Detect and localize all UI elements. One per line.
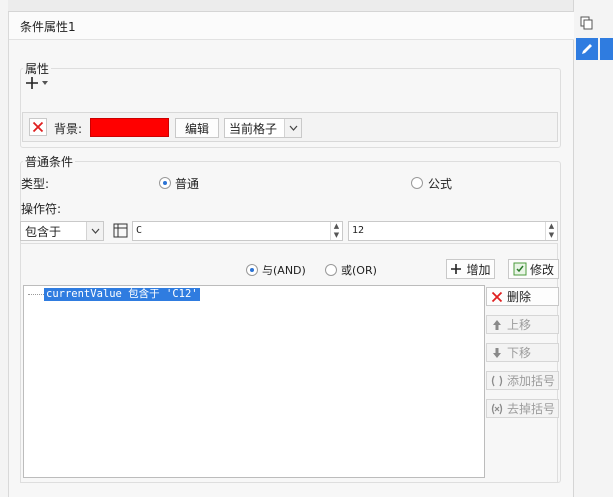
tree-connector [28, 294, 44, 295]
type-normal-radio[interactable] [159, 177, 171, 189]
bracket-icon [490, 374, 504, 388]
type-formula-radio[interactable] [411, 177, 423, 189]
dialog-titlebar: 条件属性1 [9, 12, 574, 40]
list-item[interactable]: currentValue 包含于 'C12' [44, 288, 200, 301]
edit-pencil-icon[interactable] [576, 38, 598, 60]
spinner-arrows[interactable]: ▲ ▼ [545, 222, 557, 240]
background-color-swatch[interactable] [90, 118, 169, 137]
arrow-down-icon [490, 346, 504, 360]
value-input-2[interactable]: 12 ▲ ▼ [348, 221, 558, 241]
operator-label: 操作符: [21, 202, 62, 216]
close-icon [32, 121, 44, 133]
remove-bracket-label: 去掉括号 [507, 402, 556, 416]
move-down-label: 下移 [507, 346, 532, 360]
chevron-down-icon [42, 81, 48, 85]
remove-bracket-icon [490, 402, 504, 416]
scope-select[interactable]: 当前格子 [224, 118, 302, 138]
cell-reference-icon[interactable] [112, 222, 130, 240]
chevron-down-icon [284, 119, 301, 137]
arrow-up-icon [490, 318, 504, 332]
panel-item-highlight[interactable] [600, 38, 613, 60]
add-condition-label: 增加 [466, 262, 491, 277]
plus-icon [26, 77, 38, 89]
condition-list[interactable]: currentValue 包含于 'C12' [23, 285, 485, 478]
delete-button[interactable]: 删除 [486, 287, 559, 306]
close-icon [490, 290, 504, 304]
modify-condition-button[interactable]: 修改 [508, 259, 559, 279]
type-label: 类型: [21, 177, 50, 191]
chevron-down-icon [86, 222, 103, 240]
delete-label: 删除 [507, 290, 532, 304]
add-bracket-label: 添加括号 [507, 374, 556, 388]
app-toolbar-edge [0, 0, 613, 12]
modify-condition-label: 修改 [529, 262, 554, 277]
remove-bracket-button[interactable]: 去掉括号 [486, 399, 559, 418]
value-input-1[interactable]: C ▲ ▼ [132, 221, 343, 241]
operator-select-value: 包含于 [25, 224, 62, 239]
value-input-2-text: 12 [352, 225, 365, 236]
background-label: 背景: [54, 122, 83, 136]
remove-attribute-button[interactable] [29, 118, 47, 136]
normal-condition-legend: 普通条件 [23, 153, 76, 170]
logic-and-label: 与(AND) [262, 264, 306, 277]
copy-icon[interactable] [576, 12, 598, 34]
logic-or-radio[interactable] [325, 264, 337, 276]
add-attribute-button[interactable] [24, 73, 52, 93]
background-attribute-row: 背景: 编辑 当前格子 [22, 112, 558, 142]
right-panel [573, 0, 613, 497]
modify-icon [513, 262, 527, 276]
move-down-button[interactable]: 下移 [486, 343, 559, 362]
add-condition-button[interactable]: 增加 [446, 259, 495, 279]
sheet-edge [0, 0, 8, 497]
operator-select[interactable]: 包含于 [20, 221, 104, 241]
spinner-arrows[interactable]: ▲ ▼ [330, 222, 342, 240]
logic-and-radio[interactable] [246, 264, 258, 276]
dialog-title: 条件属性1 [20, 20, 76, 34]
edit-button[interactable]: 编辑 [175, 118, 219, 138]
value-input-1-text: C [136, 225, 143, 236]
logic-or-label: 或(OR) [341, 264, 377, 277]
scope-select-value: 当前格子 [229, 121, 278, 136]
type-formula-label: 公式 [428, 177, 453, 191]
type-normal-label: 普通 [175, 177, 200, 191]
add-bracket-button[interactable]: 添加括号 [486, 371, 559, 390]
move-up-button[interactable]: 上移 [486, 315, 559, 334]
move-up-label: 上移 [507, 318, 532, 332]
plus-icon [451, 264, 462, 274]
